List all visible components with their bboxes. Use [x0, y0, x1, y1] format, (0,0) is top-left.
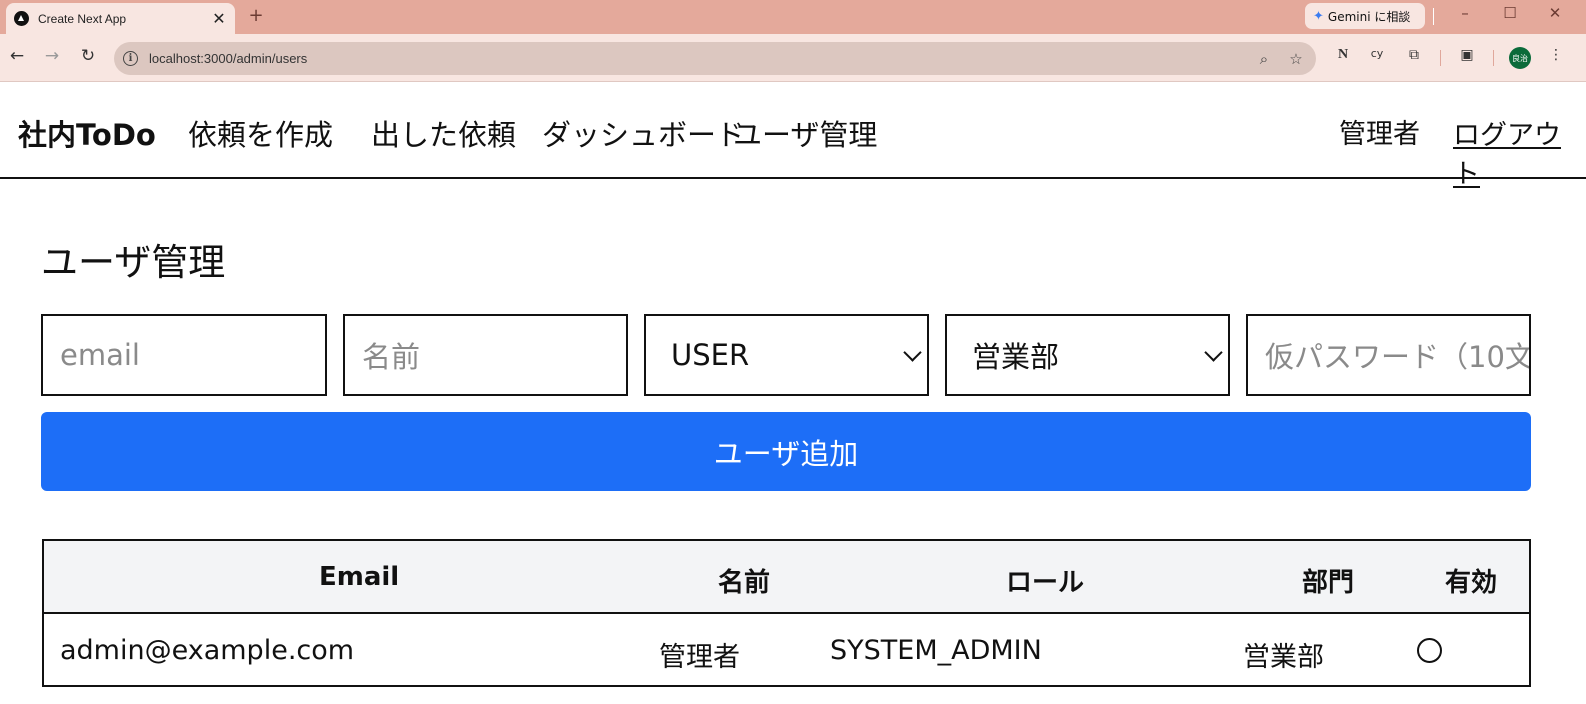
- browser-toolbar: ← → ↻ i localhost:3000/admin/users ⌕ ☆ N…: [0, 34, 1586, 82]
- column-header-role: ロール: [1006, 568, 1085, 598]
- temp-password-input[interactable]: 仮パスワード（10文字以上）: [1246, 314, 1531, 396]
- extension-cy-icon[interactable]: cy: [1366, 47, 1388, 60]
- profile-avatar[interactable]: 良治: [1509, 47, 1531, 69]
- page-title: ユーザ管理: [41, 241, 226, 284]
- nextjs-favicon-icon: [14, 11, 29, 26]
- back-arrow-icon[interactable]: ←: [6, 46, 28, 66]
- cell-role: SYSTEM_ADMIN: [830, 635, 1042, 666]
- tab-close-icon[interactable]: ✕: [211, 9, 227, 28]
- app-header: 社内ToDo 依頼を作成 出した依頼 ダッシュボード ユーザ管理 管理者 ログア…: [0, 82, 1586, 190]
- chevron-down-icon: [1204, 343, 1223, 362]
- tabbar-divider: [1433, 8, 1434, 25]
- toolbar-divider: [1493, 50, 1494, 66]
- logout-link[interactable]: ログアウト: [1453, 113, 1586, 191]
- chevron-down-icon: [903, 343, 922, 362]
- tab-search-icon[interactable]: ▣: [1456, 47, 1478, 63]
- gemini-sparkle-icon: ✦: [1313, 8, 1324, 24]
- nav-dashboard[interactable]: ダッシュボード: [542, 112, 745, 154]
- url-text[interactable]: localhost:3000/admin/users: [149, 51, 1252, 66]
- add-user-button[interactable]: ユーザ追加: [41, 412, 1531, 491]
- department-select-value: 営業部: [972, 340, 1060, 374]
- maximize-icon[interactable]: ☐: [1498, 4, 1522, 22]
- email-input[interactable]: email: [41, 314, 327, 396]
- role-select-value: USER: [671, 338, 750, 372]
- new-tab-icon[interactable]: +: [246, 5, 266, 26]
- column-header-email: Email: [319, 562, 400, 592]
- site-info-icon[interactable]: i: [123, 51, 138, 66]
- active-circle-icon: ◯: [1417, 638, 1442, 663]
- users-table: Email 名前 ロール 部門 有効 admin@example.com 管理者…: [42, 539, 1531, 687]
- gemini-button[interactable]: ✦ Gemini に相談: [1305, 3, 1425, 29]
- nav-sent-requests[interactable]: 出した依頼: [371, 112, 516, 154]
- browser-tab-strip: Create Next App ✕ + ✦ Gemini に相談 – ☐ ✕: [0, 0, 1586, 34]
- gemini-label: Gemini に相談: [1327, 9, 1411, 24]
- nav-user-management[interactable]: ユーザ管理: [733, 112, 877, 154]
- address-bar[interactable]: i localhost:3000/admin/users ⌕ ☆: [114, 42, 1316, 75]
- reload-icon[interactable]: ↻: [77, 46, 99, 66]
- minimize-icon[interactable]: –: [1453, 4, 1477, 22]
- column-header-active: 有効: [1445, 568, 1498, 598]
- role-select[interactable]: USER: [644, 314, 929, 396]
- column-header-name: 名前: [718, 568, 771, 598]
- nav-create-request[interactable]: 依頼を作成: [188, 112, 333, 154]
- forward-arrow-icon[interactable]: →: [41, 46, 63, 66]
- browser-tab[interactable]: Create Next App ✕: [6, 3, 235, 34]
- tab-title: Create Next App: [38, 11, 127, 26]
- name-input[interactable]: 名前: [343, 314, 628, 396]
- cell-name: 管理者: [659, 642, 740, 673]
- column-header-department: 部門: [1302, 568, 1355, 598]
- cell-department: 営業部: [1243, 642, 1324, 673]
- department-select[interactable]: 営業部: [945, 314, 1230, 396]
- bookmark-star-icon[interactable]: ☆: [1284, 50, 1308, 68]
- zoom-icon[interactable]: ⌕: [1252, 50, 1276, 68]
- notion-extension-icon[interactable]: N: [1332, 47, 1354, 63]
- cell-email: admin@example.com: [60, 635, 355, 666]
- browser-menu-icon[interactable]: ⋮: [1545, 47, 1567, 63]
- window-close-icon[interactable]: ✕: [1543, 4, 1567, 22]
- extensions-puzzle-icon[interactable]: ⧉: [1403, 47, 1425, 63]
- toolbar-divider: [1440, 50, 1441, 66]
- current-user-name: 管理者: [1339, 119, 1420, 150]
- brand-logo[interactable]: 社内ToDo: [18, 112, 156, 154]
